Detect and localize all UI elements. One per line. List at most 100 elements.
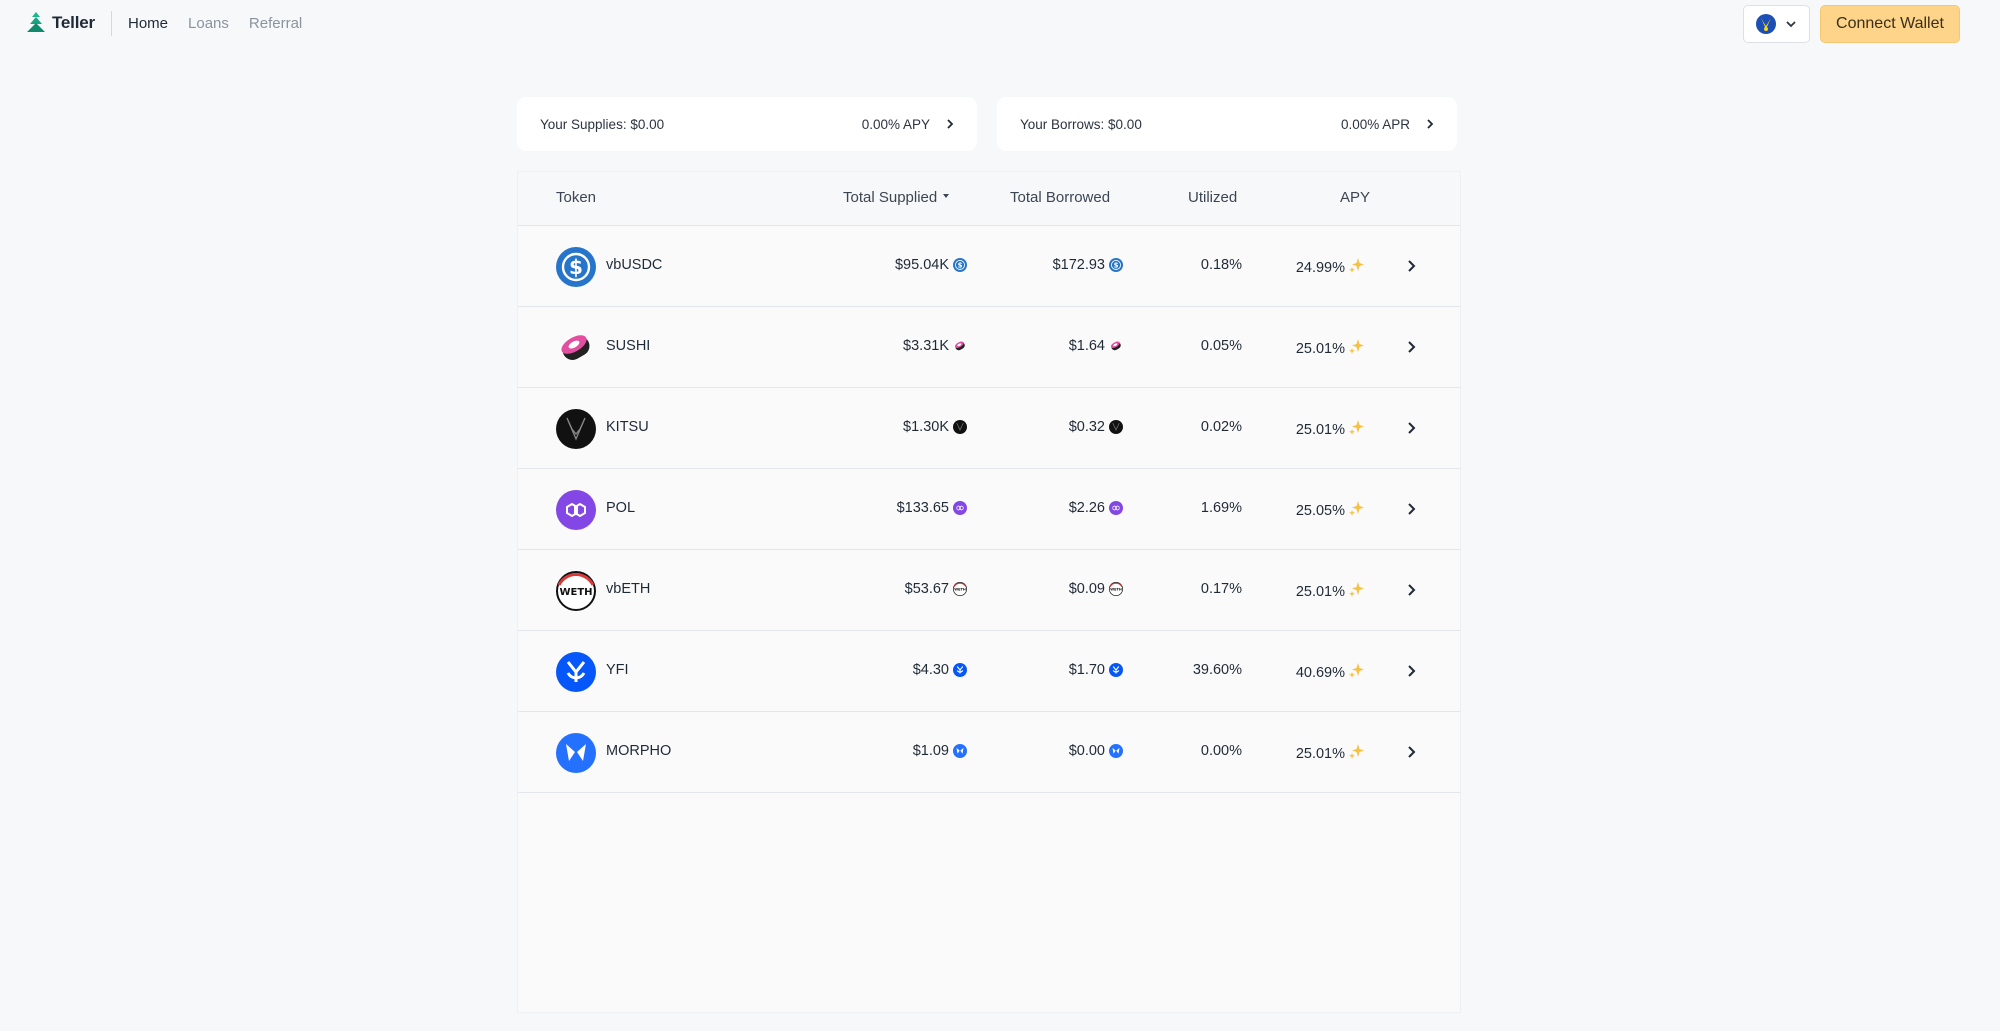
supplies-card[interactable]: Your Supplies: $0.00 0.00% APY	[517, 97, 977, 151]
total-borrowed-value: $2.26	[1068, 500, 1105, 516]
token-name: KITSU	[606, 419, 649, 435]
chevron-down-icon	[1786, 21, 1796, 28]
utilized-value: 0.17%	[1200, 581, 1242, 597]
chevron-right-icon[interactable]	[1404, 664, 1418, 678]
apy-value: 25.01%	[1295, 746, 1345, 762]
usdc-icon: $	[953, 258, 967, 272]
table-row[interactable]: $ vbUSDC $95.04K $ $172.93 $ 0.18% 24.99…	[518, 226, 1460, 307]
nav-referral[interactable]: Referral	[249, 15, 302, 32]
apy-cell: 24.99%	[1296, 257, 1365, 276]
apy-cell: 40.69%	[1296, 662, 1365, 681]
nav-loans[interactable]: Loans	[188, 15, 229, 32]
nav-home[interactable]: Home	[128, 15, 168, 32]
total-supplied-cell: $95.04K $	[895, 257, 967, 273]
token-name: vbUSDC	[606, 257, 663, 273]
kitsu-icon	[1109, 420, 1123, 434]
kitsu-icon	[556, 409, 596, 449]
total-supplied-value: $1.09	[912, 743, 949, 759]
chevron-right-icon[interactable]	[1404, 583, 1418, 597]
apy-cell: 25.01%	[1296, 419, 1365, 438]
total-supplied-cell: $133.65	[897, 500, 967, 516]
total-supplied-cell: $53.67 WETH	[905, 581, 967, 597]
sort-down-icon	[943, 194, 950, 198]
total-borrowed-value: $1.70	[1068, 662, 1105, 678]
chevron-right-icon[interactable]	[1404, 502, 1418, 516]
total-borrowed-cell: $0.00	[1069, 743, 1123, 759]
logo-divider	[111, 11, 112, 36]
chevron-right-icon[interactable]	[1404, 259, 1418, 273]
total-borrowed-value: $1.64	[1068, 338, 1105, 354]
svg-text:$: $	[958, 261, 963, 269]
total-supplied-cell: $4.30	[913, 662, 967, 678]
logo-text: Teller	[52, 13, 95, 32]
teller-logo[interactable]: Teller	[26, 12, 95, 34]
svg-text:WETH: WETH	[1110, 587, 1122, 591]
sparkle-icon	[1349, 420, 1364, 435]
table-header: Token Total Supplied Total Borrowed Util…	[518, 172, 1460, 226]
total-supplied-cell: $1.30K	[903, 419, 967, 435]
yfi-icon	[1109, 663, 1123, 677]
apy-cell: 25.05%	[1296, 500, 1365, 519]
main-nav: Home Loans Referral	[128, 15, 302, 32]
utilized-value: 0.05%	[1200, 338, 1242, 354]
table-row[interactable]: SUSHI $3.31K $1.64 0.05% 25.01%	[518, 307, 1460, 388]
weth-icon: WETH	[1109, 582, 1123, 596]
morpho-icon	[953, 744, 967, 758]
total-supplied-value: $53.67	[904, 581, 949, 597]
morpho-icon	[1109, 744, 1123, 758]
token-name: YFI	[606, 662, 629, 678]
table-row[interactable]: KITSU $1.30K $0.32 0.02% 25.01%	[518, 388, 1460, 469]
utilized-value: 0.18%	[1200, 257, 1242, 273]
table-row[interactable]: YFI $4.30 $1.70 39.60% 40.69%	[518, 631, 1460, 712]
token-name: POL	[606, 500, 636, 516]
weth-icon: WETH	[953, 582, 967, 596]
sparkle-icon	[1349, 501, 1364, 516]
table-row[interactable]: WETH vbETH $53.67 WETH $0.09 WETH 0.17% …	[518, 550, 1460, 631]
apy-value: 25.01%	[1295, 584, 1345, 600]
sparkle-icon	[1349, 582, 1364, 597]
apy-value: 25.01%	[1295, 422, 1345, 438]
kitsu-network-icon	[1756, 14, 1776, 34]
pol-icon	[953, 501, 967, 515]
pol-icon	[556, 490, 596, 530]
apy-value: 24.99%	[1295, 260, 1345, 276]
total-supplied-value: $3.31K	[903, 338, 949, 354]
pol-icon	[1109, 501, 1123, 515]
chevron-right-icon[interactable]	[1404, 340, 1418, 354]
svg-text:WETH: WETH	[954, 587, 966, 591]
usdc-icon: $	[556, 247, 596, 287]
column-header-utilized: Utilized	[1188, 189, 1238, 206]
token-name: MORPHO	[606, 743, 672, 759]
apy-cell: 25.01%	[1296, 743, 1365, 762]
column-header-apy: APY	[1340, 189, 1371, 206]
utilized-value: 0.00%	[1200, 743, 1242, 759]
total-borrowed-cell: $172.93 $	[1053, 257, 1123, 273]
total-borrowed-cell: $2.26	[1069, 500, 1123, 516]
supplies-apy: 0.00% APY	[861, 116, 930, 132]
table-row[interactable]: MORPHO $1.09 $0.00 0.00% 25.01%	[518, 712, 1460, 793]
total-borrowed-value: $172.93	[1052, 257, 1105, 273]
utilized-value: 39.60%	[1192, 662, 1242, 678]
total-supplied-value: $4.30	[912, 662, 949, 678]
chevron-right-icon[interactable]	[1404, 421, 1418, 435]
total-borrowed-cell: $0.09 WETH	[1069, 581, 1123, 597]
column-header-total-supplied[interactable]: Total Supplied	[843, 189, 951, 206]
token-name: vbETH	[606, 581, 651, 597]
table-row[interactable]: POL $133.65 $2.26 1.69% 25.05%	[518, 469, 1460, 550]
yfi-icon	[556, 652, 596, 692]
connect-wallet-button[interactable]: Connect Wallet	[1820, 5, 1960, 43]
apy-cell: 25.01%	[1296, 581, 1365, 600]
teller-logo-icon	[27, 12, 45, 32]
svg-text:$: $	[1114, 261, 1119, 269]
borrows-card[interactable]: Your Borrows: $0.00 0.00% APR	[997, 97, 1457, 151]
chevron-right-icon	[1427, 119, 1434, 129]
chevron-right-icon[interactable]	[1404, 745, 1418, 759]
total-borrowed-value: $0.32	[1068, 419, 1105, 435]
supplies-label: Your Supplies: $0.00	[540, 116, 665, 132]
total-supplied-value: $95.04K	[894, 257, 949, 273]
total-borrowed-cell: $1.64	[1069, 338, 1123, 354]
sparkle-icon	[1349, 339, 1364, 354]
svg-text:$: $	[569, 255, 583, 279]
token-name: SUSHI	[606, 338, 651, 354]
network-selector-button[interactable]	[1743, 5, 1810, 43]
